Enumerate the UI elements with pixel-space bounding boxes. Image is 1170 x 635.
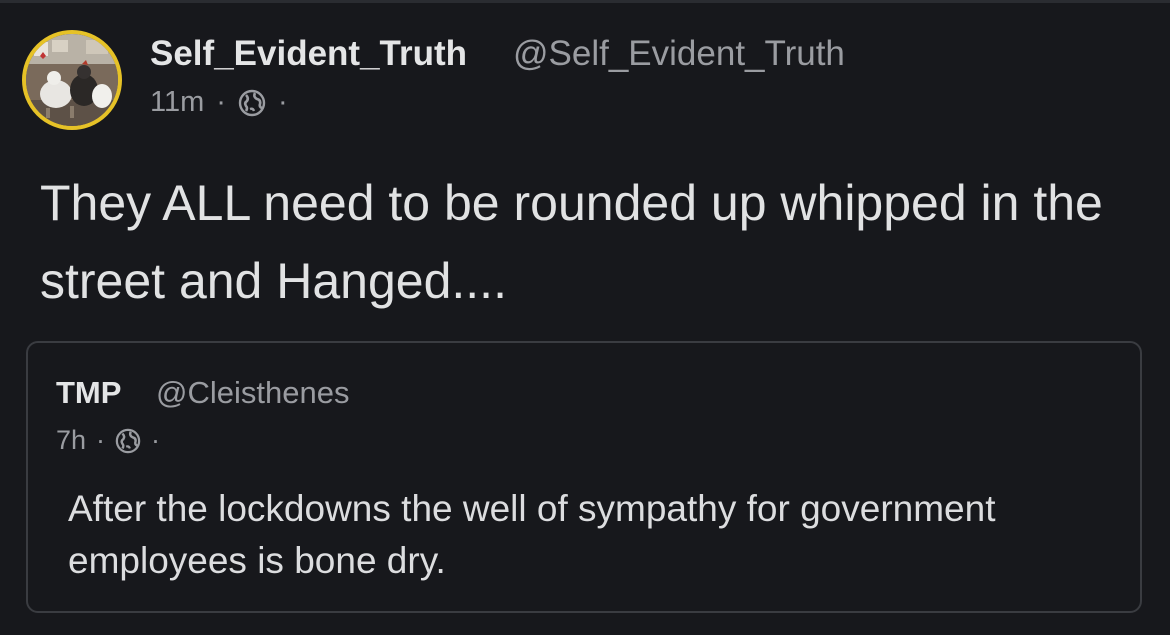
quote-text: After the lockdowns the well of sympathy… xyxy=(68,488,996,581)
post-card: Self_Evident_Truth @Self_Evident_Truth 1… xyxy=(0,0,1170,635)
quote-time[interactable]: 7h xyxy=(56,425,86,456)
meta-separator-trailing: · xyxy=(277,86,288,118)
quote-author-handle[interactable]: @Cleisthenes xyxy=(156,375,349,411)
quote-author-name[interactable]: TMP xyxy=(56,375,121,411)
quote-meta-separator: · xyxy=(96,425,106,455)
author-name[interactable]: Self_Evident_Truth xyxy=(150,34,467,74)
avatar[interactable] xyxy=(22,30,122,130)
quoted-post[interactable]: TMP @Cleisthenes 7h · · After the lockdo… xyxy=(26,341,1142,613)
meta-separator: · xyxy=(216,86,226,118)
avatar-image xyxy=(26,34,118,126)
post-text: They ALL need to be rounded up whipped i… xyxy=(40,175,1103,309)
globe-icon xyxy=(238,89,266,116)
quote-meta: 7h · · xyxy=(56,425,170,456)
post-time[interactable]: 11m xyxy=(150,86,204,119)
quote-meta-separator-trailing: · xyxy=(151,425,161,455)
post-meta: 11m · · xyxy=(150,86,300,119)
author-handle[interactable]: @Self_Evident_Truth xyxy=(513,34,845,74)
quote-globe-icon xyxy=(115,428,141,453)
